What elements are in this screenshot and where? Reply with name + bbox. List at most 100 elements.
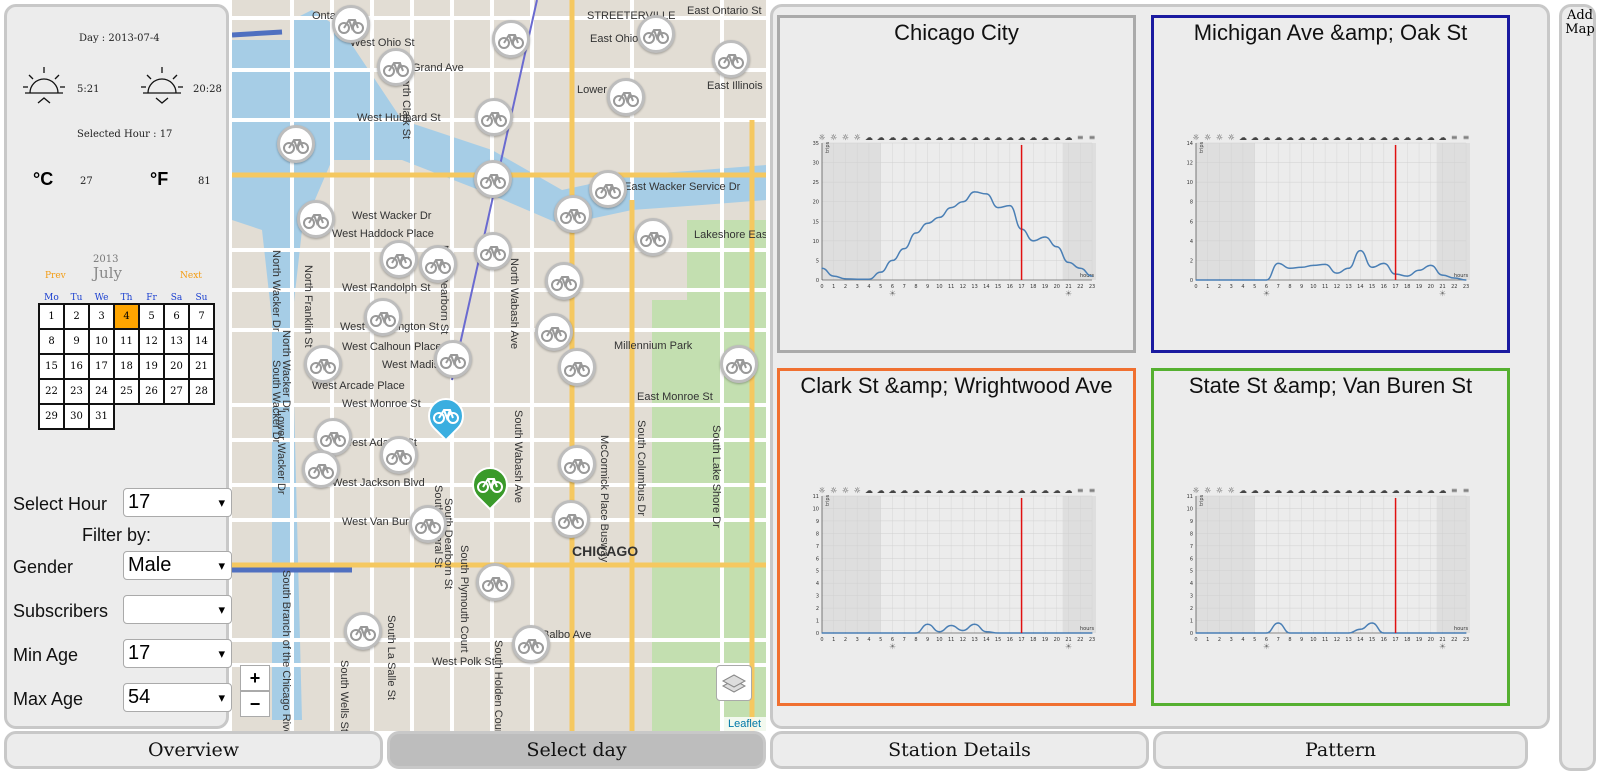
bike-station-marker[interactable] [552,500,590,538]
station-chart[interactable]: Chicago City 0 5 10 15 20 25 30 35 0 ☼ 1 ☼ 2 ☼ 3 ☼ 4 ☁ 5 ☁ 6 ☁… [777,15,1136,353]
calendar-day[interactable]: 27 [163,378,190,405]
weather-icon: ≡ [1089,133,1096,142]
bike-station-marker[interactable] [558,348,596,386]
weather-icon: ☁ [1006,486,1014,495]
bike-station-marker[interactable] [637,15,675,53]
bike-station-marker[interactable] [474,232,512,270]
map-street-label: South Wacker Dr [270,360,282,444]
station-chart[interactable]: Michigan Ave &amp; Oak St 0 2 4 6 8 10 12 14 0 ☼ 1 ☼… [1151,15,1510,353]
x-tick-label: 5 [879,284,882,290]
calendar-day[interactable]: 19 [138,353,165,380]
map-street-label: South Lake Shore Dr [710,425,722,528]
bike-station-marker[interactable] [304,345,342,383]
layers-button[interactable] [716,665,752,701]
bike-station-marker[interactable] [419,245,457,283]
calendar-day[interactable]: 12 [138,328,165,355]
bike-station-marker[interactable] [589,170,627,208]
bicycle-icon [643,29,669,44]
calendar-day[interactable]: 2 [63,303,90,330]
min-age-dropdown[interactable]: 17 [123,639,232,668]
bike-station-marker[interactable] [535,313,573,351]
calendar-day[interactable]: 18 [113,353,140,380]
bike-station-marker[interactable] [558,445,596,483]
calendar-day[interactable]: 17 [88,353,115,380]
bike-station-marker[interactable] [364,298,402,336]
calendar-day[interactable]: 22 [38,378,65,405]
data-point [1032,632,1034,634]
calendar-day[interactable]: 30 [63,403,90,430]
leaflet-attribution[interactable]: Leaflet [722,717,766,731]
bike-station-marker[interactable] [302,450,340,488]
calendar-day[interactable]: 15 [38,353,65,380]
select-hour-dropdown[interactable]: 17 [123,488,232,517]
calendar-day[interactable]: 28 [188,378,215,405]
weather-icon: ☁ [947,486,955,495]
bike-station-marker[interactable] [409,505,447,543]
calendar-day[interactable]: 4 [113,303,140,330]
tab-select-day[interactable]: Select day [387,731,766,769]
calendar-day[interactable]: 8 [38,328,65,355]
bike-station-marker[interactable] [277,125,315,163]
max-age-dropdown[interactable]: 54 [123,683,232,712]
tab-pattern[interactable]: Pattern [1153,731,1528,769]
zoom-out-button[interactable]: − [240,691,270,717]
bike-station-marker[interactable] [297,200,335,238]
calendar-day[interactable]: 6 [163,303,190,330]
calendar-day[interactable]: 26 [138,378,165,405]
calendar-day[interactable]: 13 [163,328,190,355]
calendar-day[interactable]: 25 [113,378,140,405]
weekday-header: Fr [146,293,157,303]
bike-station-marker[interactable] [476,563,514,601]
bike-station-marker[interactable] [712,40,750,78]
calendar-next[interactable]: Next [180,271,202,281]
calendar-day[interactable]: 11 [113,328,140,355]
calendar-day[interactable]: 29 [38,403,65,430]
subscribers-dropdown[interactable] [123,595,232,624]
calendar-prev[interactable]: Prev [45,271,66,281]
bike-station-marker[interactable] [474,160,512,198]
map-street-label: East Illinois [707,80,763,92]
bike-station-marker[interactable] [720,345,758,383]
bike-station-marker[interactable] [434,340,472,378]
bike-station-marker[interactable] [512,625,550,663]
map-street-label: South Wabash Ave [512,410,524,503]
calendar-day[interactable]: 31 [88,403,115,430]
calendar-day[interactable]: 5 [138,303,165,330]
calendar-day[interactable]: 23 [63,378,90,405]
station-chart[interactable]: State St &amp; Van Buren St 0 1 2 3 4 5 6 7 8 9 10 1… [1151,368,1510,706]
weather-icon: ☁ [1298,133,1306,142]
calendar-day[interactable]: 3 [88,303,115,330]
calendar-day[interactable]: 10 [88,328,115,355]
calendar-day[interactable]: 21 [188,353,215,380]
calendar-day[interactable]: 7 [188,303,215,330]
weather-icon: ☁ [994,133,1002,142]
calendar-day[interactable]: 16 [63,353,90,380]
bike-station-marker[interactable] [380,240,418,278]
add-map-button[interactable]: Add Map [1559,4,1596,771]
bike-station-marker[interactable] [554,195,592,233]
bike-station-marker[interactable] [377,48,415,86]
calendar-day[interactable]: 20 [163,353,190,380]
gender-dropdown[interactable]: Male [123,551,232,580]
bike-station-marker[interactable] [607,78,645,116]
tab-overview[interactable]: Overview [4,731,383,769]
bike-station-marker[interactable] [344,612,382,650]
data-point [891,632,894,634]
calendar-day[interactable]: 1 [38,303,65,330]
zoom-in-button[interactable]: + [240,665,270,691]
x-tick-label: 9 [926,284,929,290]
station-map[interactable]: Ontario StEast Ontario StSTREETERVILLEWe… [232,0,766,731]
weather-icon: ☁ [1065,486,1073,495]
calendar-day[interactable]: 9 [63,328,90,355]
bike-station-marker[interactable] [475,98,513,136]
bike-station-marker[interactable] [380,436,418,474]
bicycle-icon [718,54,744,69]
bike-station-marker[interactable] [545,262,583,300]
bike-station-marker[interactable] [492,20,530,58]
bike-station-marker[interactable] [332,5,370,43]
calendar-day[interactable]: 24 [88,378,115,405]
calendar-day[interactable]: 14 [188,328,215,355]
tab-station-details[interactable]: Station Details [770,731,1149,769]
bike-station-marker[interactable] [634,218,672,256]
station-chart[interactable]: Clark St &amp; Wrightwood Ave 0 1 2 3 4 5 6 7 8 9 1… [777,368,1136,706]
